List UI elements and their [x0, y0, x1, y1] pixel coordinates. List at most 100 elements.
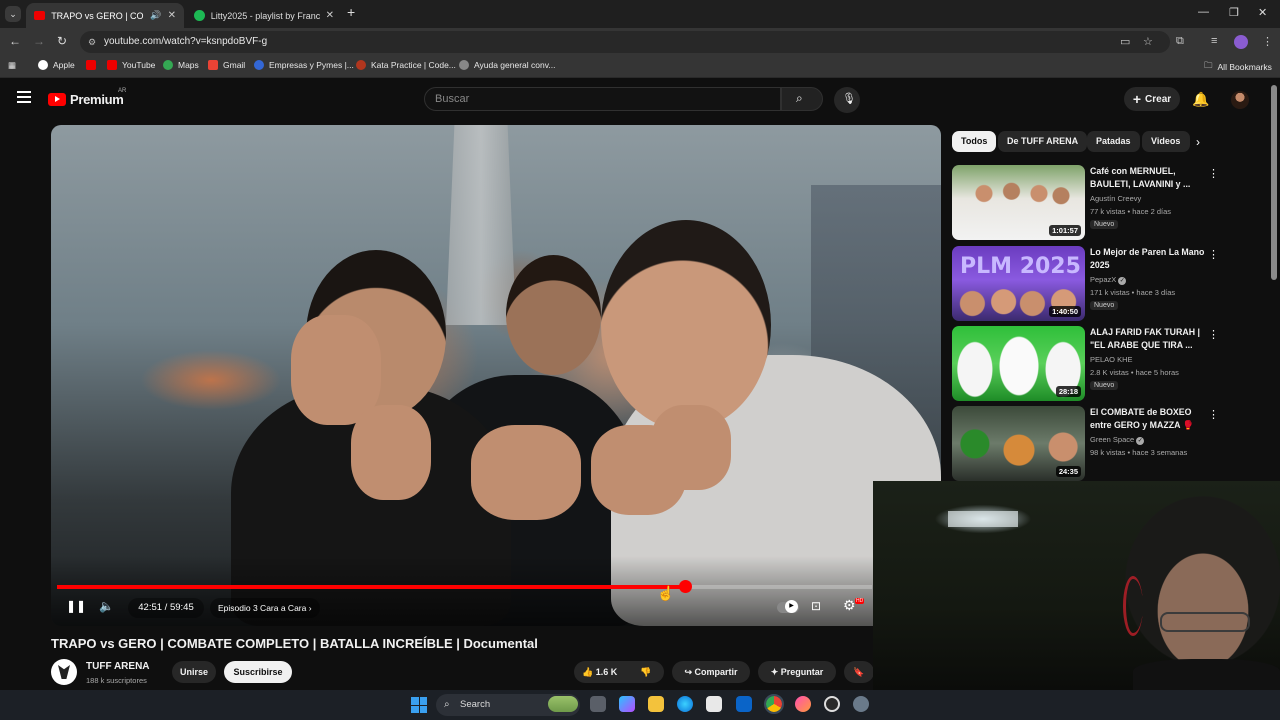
new-tab-button[interactable]: + [347, 4, 355, 20]
video-thumbnail[interactable]: 24:35 [952, 406, 1085, 481]
video-frame-head [506, 255, 601, 375]
bookmark-maps[interactable]: Maps [163, 60, 199, 70]
voice-search-button[interactable]: 🎙 [834, 87, 860, 113]
chevron-right-icon[interactable]: › [1196, 135, 1200, 149]
thumbs-up-icon: 👍 [582, 667, 594, 677]
app-icon[interactable] [795, 696, 811, 712]
recommendation-title[interactable]: Café con MERNUEL, BAULETI, LAVANINI y ..… [1090, 165, 1208, 191]
recommendation-channel[interactable]: PepazX ✓ [1090, 275, 1127, 285]
chip-patadas[interactable]: Patadas [1087, 131, 1140, 152]
address-bar[interactable]: ⚙ youtube.com/watch?v=ksnpdoBVF-g [80, 31, 1170, 53]
notifications-bell-icon[interactable]: 🔔 [1192, 91, 1209, 108]
dislike-button[interactable]: 👎 [640, 661, 651, 683]
volume-button[interactable]: 🔈 [99, 599, 114, 613]
more-options-icon[interactable]: ⋮ [1208, 248, 1219, 261]
channel-avatar[interactable] [51, 659, 77, 685]
account-avatar[interactable] [1231, 91, 1249, 109]
bookmark-youtube-red[interactable] [86, 60, 96, 70]
back-arrow-icon[interactable]: ← [9, 34, 21, 48]
apps-grid-icon[interactable]: ▦ [8, 60, 16, 71]
bookmark-empresas[interactable]: Empresas y Pymes |... [254, 60, 354, 70]
subtitles-button[interactable]: ⊡ [811, 599, 821, 613]
cast-icon[interactable]: ▭ [1120, 35, 1130, 48]
search-button[interactable]: ⌕ [781, 87, 823, 111]
chapter-button[interactable]: Episodio 3 Cara a Cara › [210, 598, 320, 618]
recommendation-channel[interactable]: Green Space ✓ [1090, 435, 1145, 445]
thumbs-down-icon: 👎 [640, 667, 652, 677]
recommendation-title[interactable]: El COMBATE de BOXEO entre GERO y MAZZA 🥊 [1090, 406, 1208, 432]
recommendation-channel[interactable]: PELAO KHE [1090, 355, 1133, 364]
join-button[interactable]: Unirse [172, 661, 216, 683]
all-bookmarks[interactable]: 🗀 All Bookmarks [1204, 60, 1272, 74]
page-scrollbar[interactable] [1271, 85, 1277, 280]
more-options-icon[interactable]: ⋮ [1208, 408, 1219, 421]
menu-hamburger-icon[interactable] [17, 91, 31, 103]
windows-start-icon[interactable] [411, 697, 427, 713]
edge-icon[interactable] [677, 696, 693, 712]
chip-videos[interactable]: Videos [1142, 131, 1190, 152]
settings-button[interactable]: ⚙ [843, 597, 856, 614]
like-button[interactable]: 👍 1.6 K [582, 667, 617, 677]
bookmark-ayuda[interactable]: Ayuda general conv... [459, 60, 555, 70]
more-options-icon[interactable]: ⋮ [1208, 167, 1219, 180]
video-thumbnail[interactable]: 1:01:57 [952, 165, 1085, 240]
autoplay-toggle[interactable] [777, 600, 799, 613]
maximize-icon[interactable]: ❐ [1229, 6, 1239, 19]
bookmark-label: Kata Practice | Code... [371, 60, 456, 70]
subscribe-button[interactable]: Suscribirse [224, 661, 292, 683]
forward-arrow-icon[interactable]: → [33, 34, 45, 48]
recommendation-item[interactable]: 1:01:57 Café con MERNUEL, BAULETI, LAVAN… [952, 165, 1232, 241]
channel-name[interactable]: TUFF ARENA [86, 661, 150, 672]
chip-de-tuff-arena[interactable]: De TUFF ARENA [998, 131, 1088, 152]
app-icon[interactable] [824, 696, 840, 712]
recommendation-title[interactable]: ALAJ FARID FAK TURAH | "EL ARABE QUE TIR… [1090, 326, 1208, 352]
profile-avatar[interactable] [1234, 35, 1248, 49]
extensions-icon[interactable]: ⧉ [1176, 35, 1184, 48]
bookmark-star-icon[interactable]: ☆ [1143, 35, 1153, 48]
pause-button[interactable]: ❚❚ [66, 599, 86, 613]
reload-icon[interactable]: ↻ [57, 34, 67, 48]
recommendation-item[interactable]: PLM 2025 1:40:50 Lo Mejor de Paren La Ma… [952, 246, 1232, 322]
chrome-icon[interactable] [764, 694, 784, 714]
recommendation-title[interactable]: Lo Mejor de Paren La Mano 2025 [1090, 246, 1208, 272]
save-button[interactable]: 🔖 [844, 661, 874, 683]
youtube-premium-logo[interactable]: Premium AR [48, 88, 126, 107]
more-options-icon[interactable]: ⋮ [1208, 328, 1219, 341]
copilot-icon[interactable] [619, 696, 635, 712]
recommendation-item[interactable]: 28:18 ALAJ FARID FAK TURAH | "EL ARABE Q… [952, 326, 1232, 402]
window-close-icon[interactable]: ✕ [1258, 6, 1267, 19]
minimize-icon[interactable]: — [1198, 6, 1209, 18]
recommendation-channel[interactable]: Agustín Creevy [1090, 194, 1141, 203]
outlook-icon[interactable] [736, 696, 752, 712]
tab-close-icon[interactable]: ✕ [168, 10, 176, 21]
video-player[interactable] [51, 125, 941, 626]
bookmark-gmail[interactable]: Gmail [208, 60, 245, 70]
browser-menu-icon[interactable]: ⋮ [1262, 35, 1273, 48]
ask-button[interactable]: ✦ Preguntar [758, 661, 836, 683]
tab-close-icon[interactable]: ✕ [326, 10, 334, 21]
progress-scrubber[interactable] [678, 580, 692, 593]
task-view-icon[interactable] [590, 696, 606, 712]
share-button[interactable]: ↪ Compartir [672, 661, 750, 683]
tab-youtube-video[interactable]: TRAPO vs GERO | COMBAT 🔊 ✕ [26, 3, 184, 28]
recommendation-item[interactable]: 24:35 El COMBATE de BOXEO entre GERO y M… [952, 406, 1232, 482]
bookmark-kata[interactable]: Kata Practice | Code... [356, 60, 456, 70]
tab-spotify-playlist[interactable]: Litty2025 - playlist by FrancoBo ✕ [186, 3, 342, 28]
settings-gear-icon[interactable] [853, 696, 869, 712]
create-button[interactable]: + Crear [1124, 87, 1180, 111]
chevron-right-icon: › [308, 603, 312, 613]
audio-icon[interactable]: 🔊 [150, 10, 161, 21]
widgets-icon[interactable] [548, 696, 578, 712]
media-controls-icon[interactable]: ≡ [1211, 35, 1217, 47]
progress-bar[interactable] [57, 580, 872, 593]
bookmark-youtube[interactable]: YouTube [107, 60, 155, 70]
video-thumbnail[interactable]: PLM 2025 1:40:50 [952, 246, 1085, 321]
file-explorer-icon[interactable] [648, 696, 664, 712]
bookmark-apple[interactable]: Apple [38, 60, 75, 70]
video-thumbnail[interactable]: 28:18 [952, 326, 1085, 401]
search-input[interactable]: Buscar [424, 87, 781, 111]
store-icon[interactable] [706, 696, 722, 712]
chip-todos[interactable]: Todos [952, 131, 997, 152]
tab-search-chevron-icon[interactable]: ⌄ [5, 6, 21, 22]
site-info-icon[interactable]: ⚙ [88, 31, 96, 53]
